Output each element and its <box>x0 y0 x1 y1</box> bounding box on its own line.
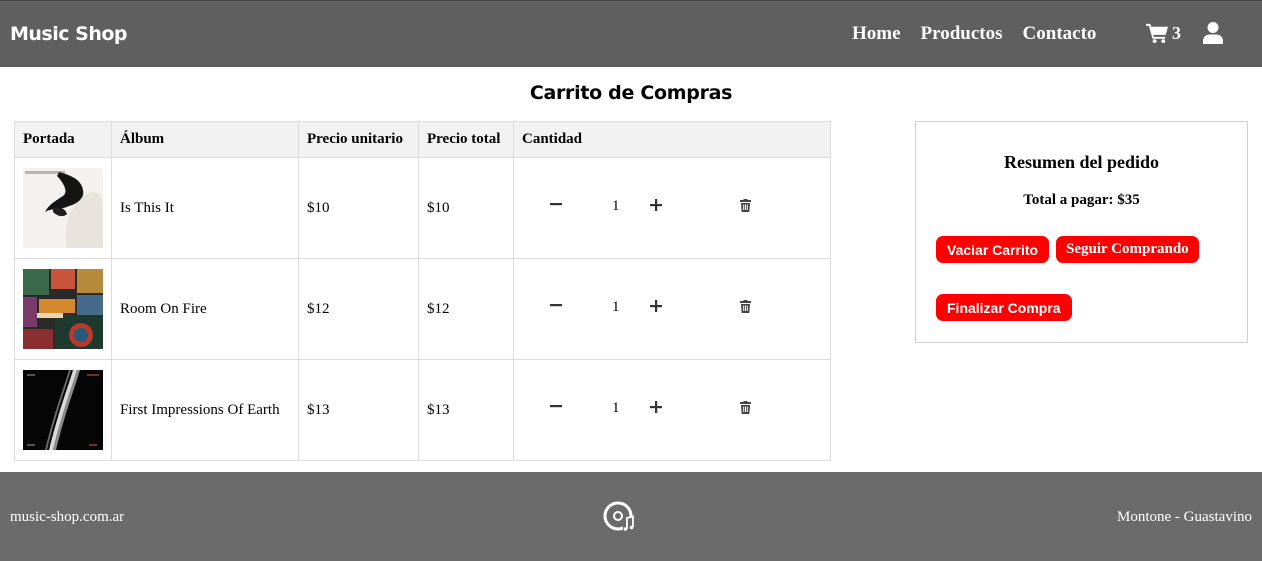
album-cover-first-impressions <box>23 370 103 450</box>
footer-domain: music-shop.com.ar <box>10 509 125 525</box>
cover-cell <box>14 359 112 461</box>
header-cantidad: Cantidad <box>513 121 831 158</box>
nav-link-productos[interactable]: Productos <box>921 23 1003 45</box>
header-precio-unitario: Precio unitario <box>298 121 419 158</box>
cover-cell <box>14 157 112 259</box>
summary-title: Resumen del pedido <box>1003 152 1160 172</box>
minus-icon[interactable] <box>550 198 562 210</box>
nav-link-home[interactable]: Home <box>852 23 901 45</box>
table-row: First Impressions Of Earth $13 $13 1 <box>14 359 831 461</box>
cart-button[interactable]: 3 <box>1146 22 1181 44</box>
nav-link-contacto[interactable]: Contacto <box>1023 23 1097 45</box>
album-title: First Impressions Of Earth <box>111 359 299 461</box>
cart-table: Portada Álbum Precio unitario Precio tot… <box>14 121 831 461</box>
total-price: $10 <box>418 157 514 259</box>
summary-total: Total a pagar: $35 <box>1023 192 1140 208</box>
minus-icon[interactable] <box>550 299 562 311</box>
vinyl-music-icon <box>603 501 634 531</box>
quantity-cell: 1 <box>513 157 831 259</box>
album-title: Room On Fire <box>111 258 299 360</box>
album-cover-room-on-fire <box>23 269 103 349</box>
trash-icon[interactable] <box>740 401 751 414</box>
quantity-value: 1 <box>612 299 620 315</box>
total-price: $13 <box>418 359 514 461</box>
continue-shopping-button[interactable]: Seguir Comprando <box>1056 236 1199 263</box>
table-row: Room On Fire $12 $12 1 <box>14 258 831 360</box>
unit-price: $10 <box>298 157 419 259</box>
quantity-cell: 1 <box>513 359 831 461</box>
plus-icon[interactable] <box>650 300 662 312</box>
nav-links: Home Productos Contacto <box>852 23 1116 45</box>
header-precio-total: Precio total <box>418 121 514 158</box>
cart-count-badge: 3 <box>1172 22 1181 43</box>
unit-price: $12 <box>298 258 419 360</box>
minus-icon[interactable] <box>550 400 562 412</box>
quantity-cell: 1 <box>513 258 831 360</box>
header-portada: Portada <box>14 121 112 158</box>
footer: music-shop.com.ar Montone - Guastavino <box>0 472 1262 561</box>
quantity-value: 1 <box>612 400 620 416</box>
album-title: Is This It <box>111 157 299 259</box>
navbar: Music Shop Home Productos Contacto 3 <box>0 0 1262 67</box>
shopping-cart-icon <box>1146 23 1169 44</box>
cover-cell <box>14 258 112 360</box>
plus-icon[interactable] <box>650 401 662 413</box>
brand-logo[interactable]: Music Shop <box>10 23 128 45</box>
quantity-value: 1 <box>612 198 620 214</box>
unit-price: $13 <box>298 359 419 461</box>
footer-authors: Montone - Guastavino <box>1117 509 1252 525</box>
plus-icon[interactable] <box>650 199 662 211</box>
trash-icon[interactable] <box>740 300 751 313</box>
empty-cart-button[interactable]: Vaciar Carrito <box>936 236 1050 263</box>
trash-icon[interactable] <box>740 199 751 212</box>
total-price: $12 <box>418 258 514 360</box>
table-row: Is This It $10 $10 1 <box>14 157 831 259</box>
header-album: Álbum <box>111 121 299 158</box>
user-account-button[interactable] <box>1203 22 1223 49</box>
checkout-button[interactable]: Finalizar Compra <box>936 294 1072 321</box>
page-title: Carrito de Compras <box>529 82 733 104</box>
table-header-row: Portada Álbum Precio unitario Precio tot… <box>14 121 831 158</box>
album-cover-is-this-it <box>23 168 103 248</box>
user-icon <box>1203 22 1223 44</box>
order-summary: Resumen del pedido Total a pagar: $35 Va… <box>915 121 1248 343</box>
